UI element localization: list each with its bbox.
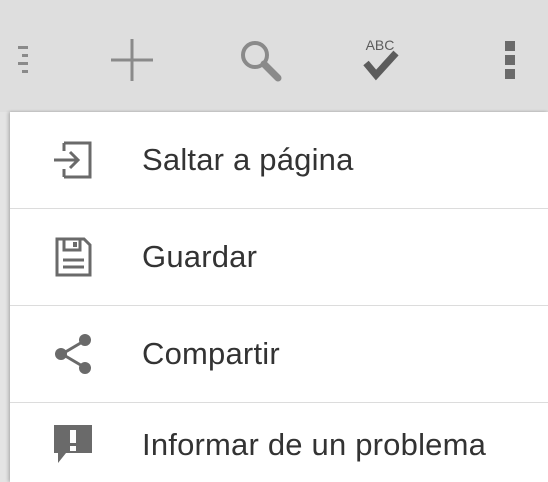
outline-button[interactable] [0,18,50,102]
menu-item-label: Compartir [142,336,280,371]
menu-item-label: Saltar a página [142,142,354,177]
spellcheck-text: ABC [366,37,395,53]
menu-item-label: Guardar [142,239,258,274]
overflow-menu: Saltar a página Guardar Compartir Inform… [10,112,548,482]
app-screen: ABC Saltar a página Guardar Compartir In… [0,0,548,482]
action-bar: ABC [0,0,548,112]
add-icon [109,37,155,83]
spellcheck-icon: ABC [350,35,410,85]
report-problem-icon [48,419,98,469]
overflow-menu-icon [500,35,520,85]
save-icon [48,232,98,282]
search-icon [237,37,283,83]
list-outline-icon [0,40,32,80]
menu-item-share[interactable]: Compartir [10,306,548,403]
overflow-menu-button[interactable] [470,18,548,102]
menu-item-report-problem[interactable]: Informar de un problema [10,403,548,482]
add-button[interactable] [92,18,172,102]
share-icon [48,329,98,379]
menu-item-jump-to-page[interactable]: Saltar a página [10,112,548,209]
spellcheck-button[interactable]: ABC [340,18,420,102]
jump-to-page-icon [48,135,98,185]
menu-item-save[interactable]: Guardar [10,209,548,306]
search-button[interactable] [220,18,300,102]
menu-item-label: Informar de un problema [142,427,487,462]
